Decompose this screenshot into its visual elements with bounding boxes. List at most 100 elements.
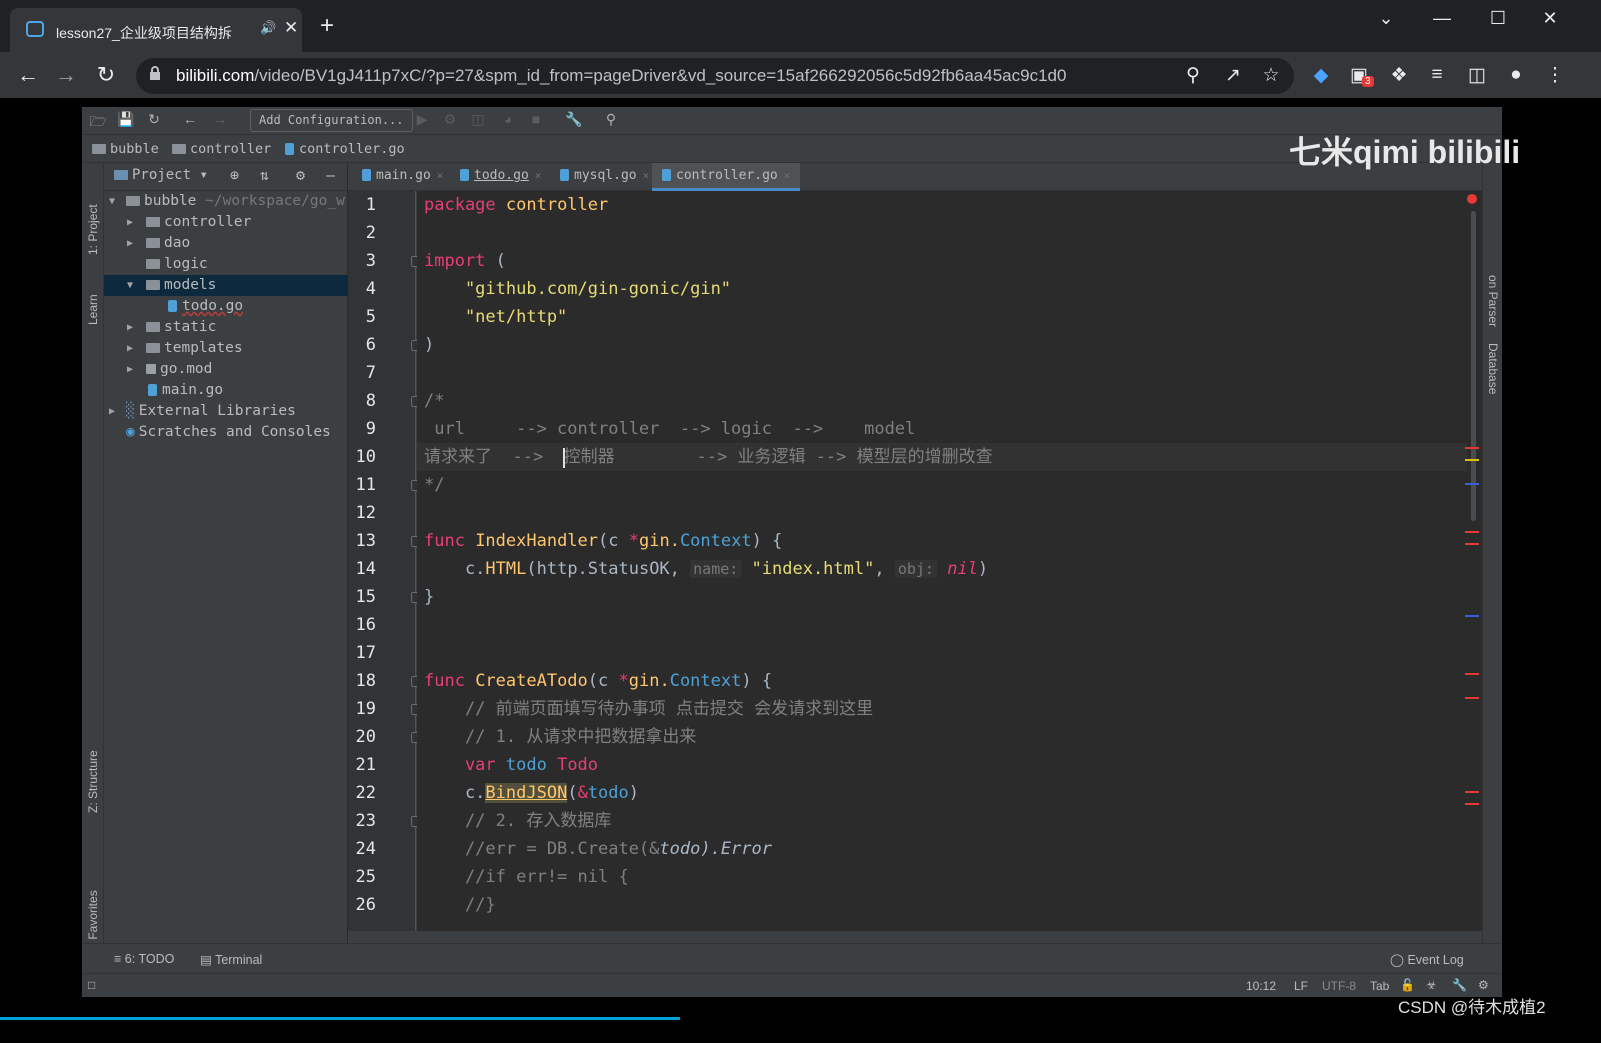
line-separator[interactable]: LF xyxy=(1294,979,1308,993)
caret-position[interactable]: 10:12 xyxy=(1246,979,1276,993)
url-bar[interactable]: bilibili.com/video/BV1gJ411p7xC/?p=27&sp… xyxy=(136,58,1294,94)
open-folder-icon[interactable]: 🗁 xyxy=(88,111,108,135)
error-marker[interactable] xyxy=(1465,791,1479,793)
close-tab-icon[interactable]: ✕ xyxy=(643,169,650,182)
tab-controller-go[interactable]: controller.go ✕ xyxy=(652,163,801,191)
learn-tool-window-button[interactable]: Learn xyxy=(86,294,100,325)
terminal-tool-button[interactable]: ▤ Terminal xyxy=(200,952,262,967)
breadcrumb-item-controller-go[interactable]: controller.go xyxy=(285,141,405,157)
wrench-icon[interactable]: 🔧 xyxy=(1452,978,1467,992)
video-progress-bar[interactable] xyxy=(0,1017,680,1020)
forward-arrow-icon[interactable]: → xyxy=(52,62,80,88)
nav-forward-icon[interactable]: → xyxy=(210,111,230,127)
parser-tool-window-button[interactable]: on Parser xyxy=(1486,275,1500,327)
panel-toggle-icon[interactable]: □ xyxy=(88,978,95,992)
locate-icon[interactable]: ⊕ xyxy=(230,166,239,184)
share-icon[interactable]: ↗ xyxy=(1220,64,1246,87)
close-tab-icon[interactable]: ✕ xyxy=(784,169,791,182)
settings-gear-icon[interactable]: ⚙ xyxy=(296,166,305,184)
code-editor[interactable]: package controller import ( "github.com/… xyxy=(417,191,1502,931)
puzzle-extensions-icon[interactable]: ❖ xyxy=(1386,64,1412,87)
hide-pane-icon[interactable]: — xyxy=(326,166,335,184)
add-configuration-button[interactable]: Add Configuration... xyxy=(250,109,413,132)
tree-item-controller[interactable]: ▶ controller xyxy=(104,212,348,233)
code-line-26: //} xyxy=(424,895,496,915)
nav-back-icon[interactable]: ← xyxy=(180,111,200,127)
file-encoding[interactable]: UTF-8 xyxy=(1322,979,1356,993)
extension-diamond-icon[interactable]: ◆ xyxy=(1308,64,1334,87)
close-tab-icon[interactable]: ✕ xyxy=(535,169,542,182)
folder-icon xyxy=(146,238,160,248)
scrollbar-thumb[interactable] xyxy=(1471,211,1476,521)
breadcrumb-item-controller[interactable]: controller xyxy=(172,141,271,157)
side-panel-icon[interactable]: ◫ xyxy=(1464,64,1490,87)
error-marker[interactable] xyxy=(1465,803,1479,805)
database-tool-window-button[interactable]: Database xyxy=(1486,343,1500,394)
coverage-icon[interactable]: ◫ xyxy=(468,111,488,128)
bookmark-star-icon[interactable]: ☆ xyxy=(1258,64,1284,87)
reading-list-icon[interactable]: ≡ xyxy=(1424,64,1450,86)
tree-item-dao[interactable]: ▶ dao xyxy=(104,233,348,254)
todo-tool-button[interactable]: ≡ 6: TODO xyxy=(114,952,174,966)
browser-menu-icon[interactable]: ⋮ xyxy=(1542,64,1568,87)
project-tool-window-button[interactable]: 1: Project xyxy=(86,204,100,255)
tab-search-chevron-icon[interactable]: ⌄ xyxy=(1366,8,1406,29)
error-marker[interactable] xyxy=(1465,697,1479,699)
error-indicator-icon[interactable] xyxy=(1467,194,1477,204)
extension-screen-icon[interactable]: ▣ 3 xyxy=(1346,64,1374,87)
new-tab-button[interactable]: + xyxy=(320,14,334,38)
speaker-icon[interactable]: 🔊 xyxy=(260,20,276,36)
run-icon[interactable]: ▶ xyxy=(412,111,432,128)
lock-icon[interactable]: 🔓 xyxy=(1400,978,1415,992)
tab-todo-go[interactable]: todo.go ✕ xyxy=(456,163,545,191)
error-marker[interactable] xyxy=(1465,531,1479,533)
close-tab-icon[interactable]: ✕ xyxy=(284,18,298,38)
warning-marker[interactable] xyxy=(1465,459,1479,461)
project-view-selector[interactable]: Project ▾ xyxy=(114,167,208,183)
tree-item-models[interactable]: ▼ models xyxy=(104,275,348,296)
structure-tool-window-button[interactable]: Z: Structure xyxy=(86,750,100,813)
stop-icon[interactable]: ■ xyxy=(526,111,546,127)
tree-item-static[interactable]: ▶ static xyxy=(104,317,348,338)
code-line-24: //err = DB.Create(&todo).Error xyxy=(424,839,772,859)
tree-item-templates[interactable]: ▶ templates xyxy=(104,338,348,359)
back-arrow-icon[interactable]: ← xyxy=(14,62,42,88)
tree-item-scratches[interactable]: ◉ Scratches and Consoles xyxy=(104,422,348,443)
browser-tab[interactable]: lesson27_企业级项目结构拆 🔊 ✕ xyxy=(10,8,302,52)
zoom-icon[interactable]: ⚲ xyxy=(1180,64,1206,87)
inspection-icon[interactable]: ☣ xyxy=(1426,978,1437,992)
tree-item-go-mod[interactable]: ▶ go.mod xyxy=(104,359,348,380)
notifications-icon[interactable]: ⚙ xyxy=(1478,978,1489,992)
tab-main-go[interactable]: main.go ✕ xyxy=(358,163,447,191)
reload-icon[interactable]: ↻ xyxy=(92,62,120,88)
save-icon[interactable]: 💾 xyxy=(116,111,136,128)
indent-setting[interactable]: Tab xyxy=(1370,979,1389,993)
breadcrumb-item-bubble[interactable]: bubble xyxy=(92,141,159,157)
change-marker[interactable] xyxy=(1465,615,1479,617)
event-log-button[interactable]: ◯ Event Log xyxy=(1390,952,1464,967)
sync-icon[interactable]: ↻ xyxy=(144,111,164,128)
tree-item-todo-go[interactable]: todo.go xyxy=(104,296,348,317)
search-icon[interactable]: ⚲ xyxy=(601,111,621,128)
tree-item-main-go[interactable]: main.go xyxy=(104,380,348,401)
line-number: 6 xyxy=(365,335,376,355)
tree-item-external-libraries[interactable]: ▶ ░ External Libraries xyxy=(104,401,348,422)
tab-mysql-go[interactable]: mysql.go ✕ xyxy=(556,163,653,191)
wrench-icon[interactable]: 🔧 xyxy=(564,111,584,128)
tree-item-bubble[interactable]: ▼ bubble ~/workspace/go_w xyxy=(104,191,348,212)
error-marker[interactable] xyxy=(1465,673,1479,675)
error-marker[interactable] xyxy=(1465,543,1479,545)
code-line-4: "github.com/gin-gonic/gin" xyxy=(424,279,732,299)
error-marker[interactable] xyxy=(1465,447,1479,449)
collapse-all-icon[interactable]: ⇅ xyxy=(260,166,269,184)
close-tab-icon[interactable]: ✕ xyxy=(437,169,444,182)
profile-icon[interactable]: ● xyxy=(1503,64,1529,86)
close-window-button[interactable]: ✕ xyxy=(1530,8,1570,29)
change-marker[interactable] xyxy=(1465,483,1479,485)
minimize-button[interactable]: — xyxy=(1422,8,1462,29)
maximize-button[interactable]: ☐ xyxy=(1478,8,1518,29)
profile-run-icon[interactable]: ◕ xyxy=(498,111,518,127)
code-line-5: "net/http" xyxy=(424,307,568,327)
debug-icon[interactable]: ⚙ xyxy=(440,111,460,128)
tree-item-logic[interactable]: logic xyxy=(104,254,348,275)
